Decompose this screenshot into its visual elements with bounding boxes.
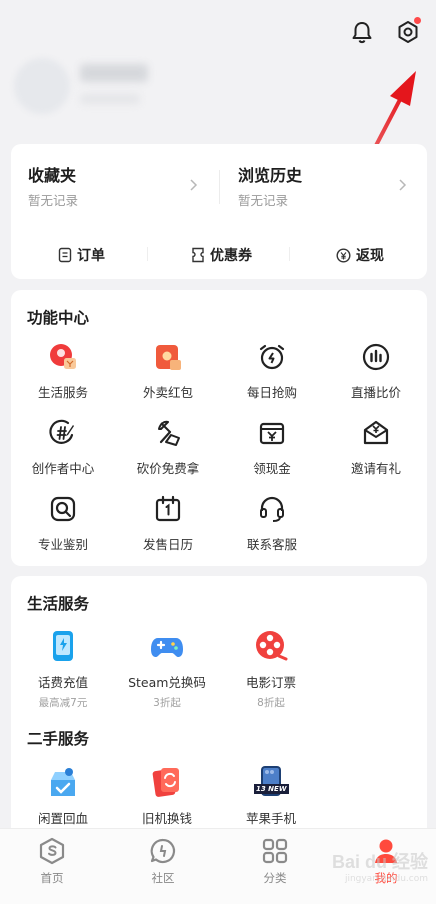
coupons-label: 优惠券 [210, 248, 252, 264]
coupons-button[interactable]: 优惠券 [191, 245, 252, 265]
live-compare-icon [361, 342, 391, 372]
gamepad-icon [149, 628, 185, 664]
takeout-redpacket-item[interactable]: 外卖红包 [118, 342, 218, 401]
orders-button[interactable]: 订单 [58, 245, 105, 265]
cashback-label: 返现 [356, 248, 384, 264]
user-info-blurred [80, 94, 140, 104]
bargain-label: 砍价免费拿 [136, 461, 200, 476]
release-calendar-item[interactable]: 发售日历 [118, 494, 218, 553]
steam-code-item[interactable]: Steam兑换码 3折起 [112, 628, 222, 710]
film-reel-icon [253, 628, 289, 664]
life-services-title: 生活服务 [27, 595, 90, 613]
headset-icon [257, 494, 287, 524]
username-blurred [80, 64, 148, 82]
tab-community-label: 社区 [151, 871, 175, 885]
notification-dot [414, 17, 421, 24]
iphone-item[interactable]: 13 NEW 苹果手机 [216, 764, 326, 827]
favorites-title: 收藏夹 [28, 166, 77, 185]
movie-ticket-sub: 8折起 [257, 697, 285, 709]
live-compare-label: 直播比价 [350, 385, 401, 400]
function-center-title: 功能中心 [27, 309, 90, 327]
creator-center-icon [48, 418, 78, 448]
steam-code-sub: 3折起 [153, 697, 181, 709]
movie-ticket-item[interactable]: 电影订票 8折起 [216, 628, 326, 710]
invite-envelope-icon [361, 418, 391, 448]
get-cash-label: 领现金 [253, 461, 291, 476]
life-service-label: 生活服务 [37, 385, 88, 400]
customer-service-label: 联系客服 [246, 537, 297, 552]
daily-flash-sale-label: 每日抢购 [246, 385, 297, 400]
tab-home-label: 首页 [40, 871, 64, 885]
life-service-item[interactable]: 生活服务 [13, 342, 113, 401]
trade-in-label: 旧机换钱 [141, 811, 192, 826]
history-title: 浏览历史 [238, 166, 303, 185]
daily-flash-sale-item[interactable]: 每日抢购 [222, 342, 322, 401]
avatar[interactable] [14, 58, 70, 114]
bargain-item[interactable]: 砍价免费拿 [118, 418, 218, 477]
alarm-clock-icon [257, 342, 287, 372]
creator-center-item[interactable]: 创作者中心 [13, 418, 113, 477]
phone-recharge-sub: 最高减7元 [38, 697, 88, 709]
cash-icon [257, 418, 287, 448]
iphone-13-icon: 13 NEW [253, 764, 289, 800]
takeout-redpacket-label: 外卖红包 [142, 385, 193, 400]
invite-item[interactable]: 邀请有礼 [326, 418, 426, 477]
phone-recharge-icon [45, 628, 81, 664]
tab-home[interactable]: 首页 [7, 836, 97, 886]
chevron-right-icon [189, 177, 199, 196]
cashback-button[interactable]: 返现 [336, 245, 384, 265]
creator-center-label: 创作者中心 [31, 461, 95, 476]
watermark: Bai du 经验 jingyan.baidu.com [318, 848, 428, 884]
steam-code-label: Steam兑换码 [128, 675, 206, 690]
trade-in-item[interactable]: 旧机换钱 [112, 764, 222, 827]
iphone-badge: 13 NEW [254, 784, 289, 794]
life-service-icon [48, 342, 78, 372]
release-calendar-label: 发售日历 [142, 537, 193, 552]
divider [147, 247, 148, 261]
chevron-right-icon [398, 177, 408, 196]
history-entry[interactable]: 浏览历史 暂无记录 [238, 162, 398, 212]
watermark-line1: Bai du 经验 [331, 852, 428, 872]
favorites-entry[interactable]: 收藏夹 暂无记录 [28, 162, 208, 212]
takeout-redpacket-icon [153, 342, 183, 372]
community-chat-icon [148, 836, 178, 866]
phone-recharge-label: 话费充值 [37, 675, 88, 690]
iphone-label: 苹果手机 [245, 811, 296, 826]
live-compare-item[interactable]: 直播比价 [326, 342, 426, 401]
cashback-icon [336, 247, 351, 263]
tab-category[interactable]: 分类 [230, 836, 320, 886]
bell-icon[interactable] [349, 19, 375, 45]
idle-label: 闲置回血 [37, 811, 88, 826]
second-hand-title: 二手服务 [27, 730, 90, 748]
category-grid-icon [260, 836, 290, 866]
divider [219, 170, 220, 204]
bargain-axe-icon [153, 418, 183, 448]
trade-in-phone-icon [149, 764, 185, 800]
customer-service-item[interactable]: 联系客服 [222, 494, 322, 553]
idle-box-icon [45, 764, 81, 800]
favorites-subtitle: 暂无记录 [28, 193, 79, 208]
get-cash-item[interactable]: 领现金 [222, 418, 322, 477]
invite-label: 邀请有礼 [350, 461, 401, 476]
calendar-icon [153, 494, 183, 524]
orders-label: 订单 [77, 248, 105, 264]
appraisal-item[interactable]: 专业鉴别 [13, 494, 113, 553]
appraisal-search-icon [48, 494, 78, 524]
tab-category-label: 分类 [263, 871, 287, 885]
phone-recharge-item[interactable]: 话费充值 最高减7元 [8, 628, 118, 710]
idle-item[interactable]: 闲置回血 [8, 764, 118, 827]
coupon-icon [192, 247, 204, 263]
movie-ticket-label: 电影订票 [245, 675, 296, 690]
home-s-icon [37, 836, 67, 866]
divider [289, 247, 290, 261]
tab-community[interactable]: 社区 [118, 836, 208, 886]
watermark-line2: jingyan.baidu.com [344, 874, 428, 884]
order-icon [58, 247, 72, 263]
history-subtitle: 暂无记录 [238, 193, 289, 208]
appraisal-label: 专业鉴别 [37, 537, 88, 552]
